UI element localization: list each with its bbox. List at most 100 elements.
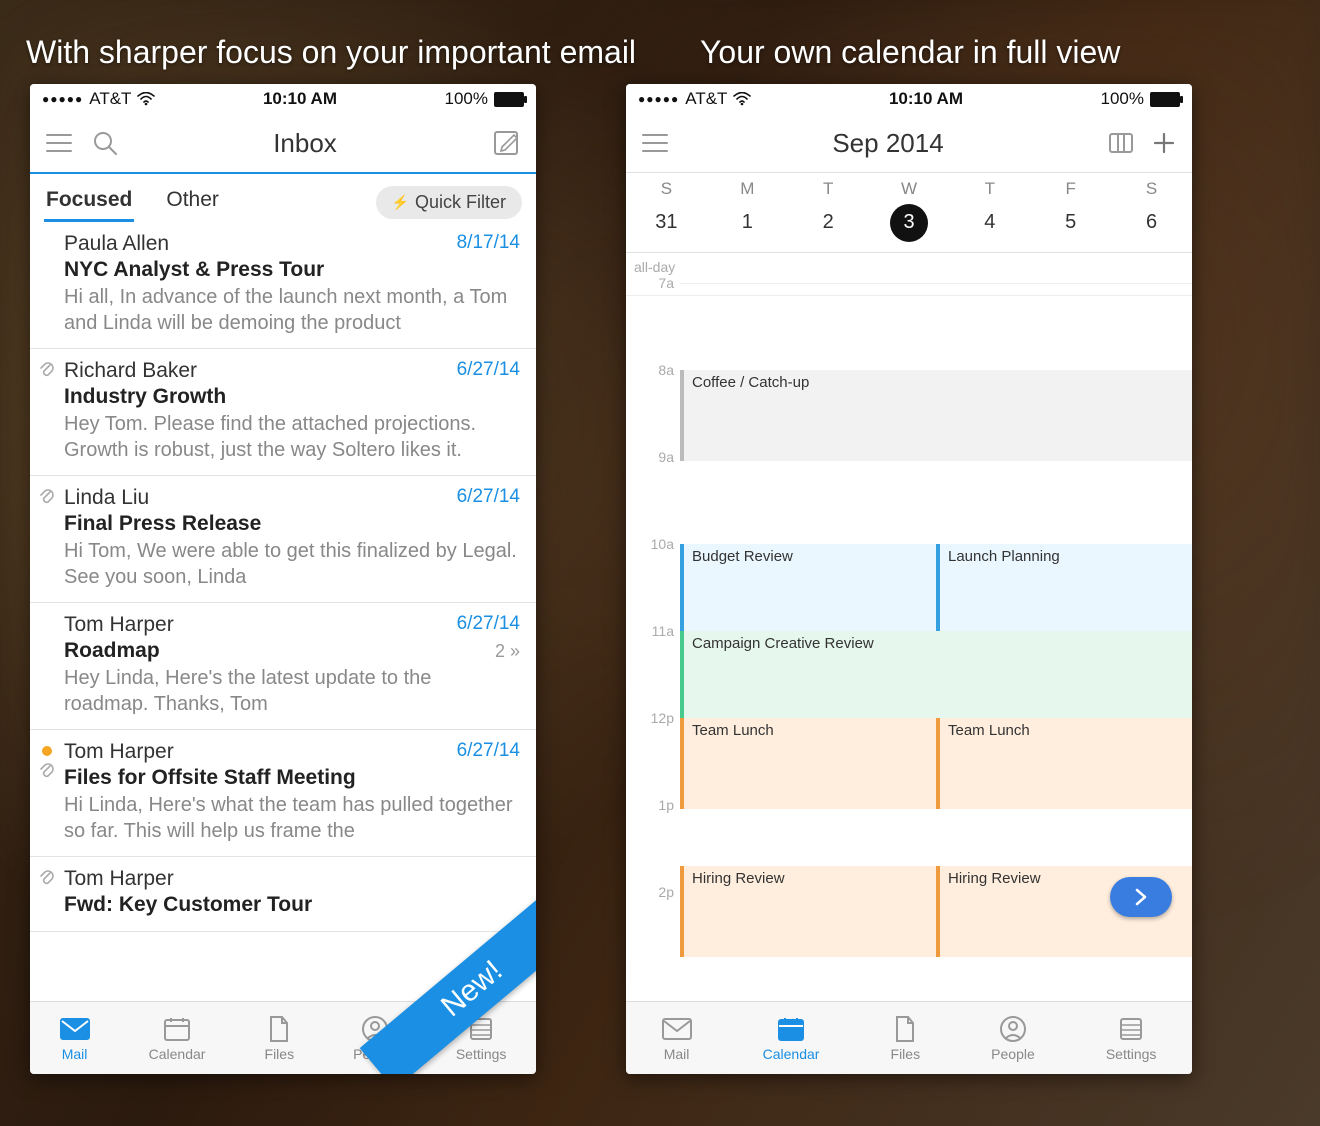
bolt-icon: ⚡ — [392, 194, 409, 211]
view-toggle-icon[interactable] — [1108, 132, 1134, 154]
message-row[interactable]: Tom HarperFwd: Key Customer Tour — [30, 857, 536, 932]
calendar-event[interactable]: Hiring Review — [680, 866, 951, 957]
attachment-icon — [38, 869, 54, 887]
message-preview: Hey Linda, Here's the latest update to t… — [64, 665, 520, 717]
hour-label: 11a — [626, 623, 680, 639]
dow-label: S — [1111, 179, 1192, 199]
quick-filter-label: Quick Filter — [415, 192, 506, 213]
message-row[interactable]: Paula Allen8/17/14NYC Analyst & Press To… — [30, 222, 536, 349]
date-cell[interactable]: 6 — [1111, 203, 1192, 242]
message-preview: Hey Tom. Please find the attached projec… — [64, 411, 520, 463]
next-fab-button[interactable] — [1110, 877, 1172, 917]
compose-icon[interactable] — [492, 129, 520, 157]
tabbar-label: People — [991, 1046, 1035, 1062]
dow-label: T — [949, 179, 1030, 199]
calendar-event[interactable]: Budget Review — [680, 544, 951, 635]
dow-label: W — [869, 179, 950, 199]
dow-label: S — [626, 179, 707, 199]
date-cell[interactable]: 2 — [788, 203, 869, 242]
message-preview: Hi Tom, We were able to get this finaliz… — [64, 538, 520, 590]
tab-other[interactable]: Other — [164, 182, 221, 222]
hour-label: 7a — [626, 275, 680, 291]
tabbar-item-mail[interactable]: Mail — [662, 1015, 692, 1062]
date-cell[interactable]: 31 — [626, 203, 707, 242]
tabbar-item-mail[interactable]: Mail — [60, 1015, 90, 1062]
hour-label: 1p — [626, 797, 680, 813]
page-title: Inbox — [118, 128, 492, 159]
calendar-event[interactable]: Campaign Creative Review — [680, 631, 1192, 722]
clock-label: 10:10 AM — [889, 89, 963, 109]
message-subject: Final Press Release — [64, 512, 520, 536]
search-icon[interactable] — [92, 130, 118, 156]
attachment-icon — [38, 762, 54, 780]
calendar-grid[interactable]: all-day 7a8a9a10a11a12p1p2p Coffee / Cat… — [626, 253, 1192, 1001]
tab-focused[interactable]: Focused — [44, 182, 134, 222]
hour-label: 12p — [626, 710, 680, 726]
tabbar-label: Files — [265, 1046, 295, 1062]
wifi-icon — [137, 92, 155, 106]
mail-icon — [662, 1015, 692, 1043]
date-cell[interactable]: 3 — [869, 203, 950, 242]
thread-count: 2 » — [495, 641, 520, 662]
dow-label: F — [1030, 179, 1111, 199]
hour-line — [680, 283, 1192, 284]
date-cell[interactable]: 4 — [949, 203, 1030, 242]
files-icon — [268, 1015, 290, 1043]
tab-bar: Mail Calendar Files People Settings — [626, 1001, 1192, 1074]
status-bar: ●●●●● AT&T 10:10 AM 100% — [30, 84, 536, 114]
hour-label: 10a — [626, 536, 680, 552]
calendar-event[interactable]: Team Lunch — [936, 718, 1192, 809]
phone-inbox: ●●●●● AT&T 10:10 AM 100% Inbox Focused O… — [30, 84, 536, 1074]
message-from: Tom Harper — [64, 867, 520, 891]
message-subject: Roadmap — [64, 639, 520, 663]
settings-icon — [1118, 1015, 1144, 1043]
tabbar-label: Calendar — [763, 1046, 820, 1062]
message-preview: Hi Linda, Here's what the team has pulle… — [64, 792, 520, 844]
status-bar: ●●●●● AT&T 10:10 AM 100% — [626, 84, 1192, 114]
hour-labels: 7a8a9a10a11a12p1p2p — [626, 283, 680, 1001]
tabbar-item-people[interactable]: People — [991, 1015, 1035, 1062]
message-from: Tom Harper — [64, 613, 520, 637]
tabbar-item-files[interactable]: Files — [265, 1015, 295, 1062]
dow-label: T — [788, 179, 869, 199]
add-icon[interactable] — [1152, 131, 1176, 155]
calendar-event[interactable]: Team Lunch — [680, 718, 951, 809]
tabbar-item-files[interactable]: Files — [891, 1015, 921, 1062]
message-row[interactable]: Linda Liu6/27/14Final Press ReleaseHi To… — [30, 476, 536, 603]
calendar-title[interactable]: Sep 2014 — [686, 128, 1090, 159]
calendar-icon — [777, 1015, 805, 1043]
date-cell[interactable]: 1 — [707, 203, 788, 242]
calendar-event[interactable]: Coffee / Catch-up — [680, 370, 1192, 461]
carrier-label: AT&T — [685, 89, 727, 109]
tabbar-label: Mail — [62, 1046, 88, 1062]
message-row[interactable]: Tom Harper6/27/14Files for Offsite Staff… — [30, 730, 536, 857]
message-subject: Files for Offsite Staff Meeting — [64, 766, 520, 790]
message-row[interactable]: 2 » Tom Harper6/27/14 RoadmapHey Linda, He… — [30, 603, 536, 730]
message-row[interactable]: Richard Baker6/27/14Industry GrowthHey T… — [30, 349, 536, 476]
nav-bar: Inbox — [30, 114, 536, 174]
tabbar-item-calendar[interactable]: Calendar — [763, 1015, 820, 1062]
message-list[interactable]: Paula Allen8/17/14NYC Analyst & Press To… — [30, 222, 536, 1001]
tabbar-label: Settings — [456, 1046, 507, 1062]
hour-label: 8a — [626, 362, 680, 378]
battery-label: 100% — [445, 89, 488, 109]
attachment-icon — [38, 488, 54, 506]
calendar-event[interactable]: Launch Planning — [936, 544, 1192, 635]
unread-dot-icon — [42, 746, 52, 756]
message-from: Richard Baker — [64, 359, 520, 383]
tabbar-item-settings[interactable]: Settings — [1106, 1015, 1157, 1062]
mail-icon — [60, 1015, 90, 1043]
message-date: 6/27/14 — [457, 486, 520, 508]
quick-filter-button[interactable]: ⚡ Quick Filter — [376, 186, 522, 219]
phone-calendar: ●●●●● AT&T 10:10 AM 100% Sep 2014 SMTWTF… — [626, 84, 1192, 1074]
menu-icon[interactable] — [642, 133, 668, 153]
tabbar-item-calendar[interactable]: Calendar — [149, 1015, 206, 1062]
hour-label: 2p — [626, 884, 680, 900]
message-from: Tom Harper — [64, 740, 520, 764]
message-date: 6/27/14 — [457, 613, 520, 635]
date-cell[interactable]: 5 — [1030, 203, 1111, 242]
calendar-icon — [163, 1015, 191, 1043]
wifi-icon — [733, 92, 751, 106]
menu-icon[interactable] — [46, 133, 72, 153]
caption-right: Your own calendar in full view — [700, 34, 1120, 71]
